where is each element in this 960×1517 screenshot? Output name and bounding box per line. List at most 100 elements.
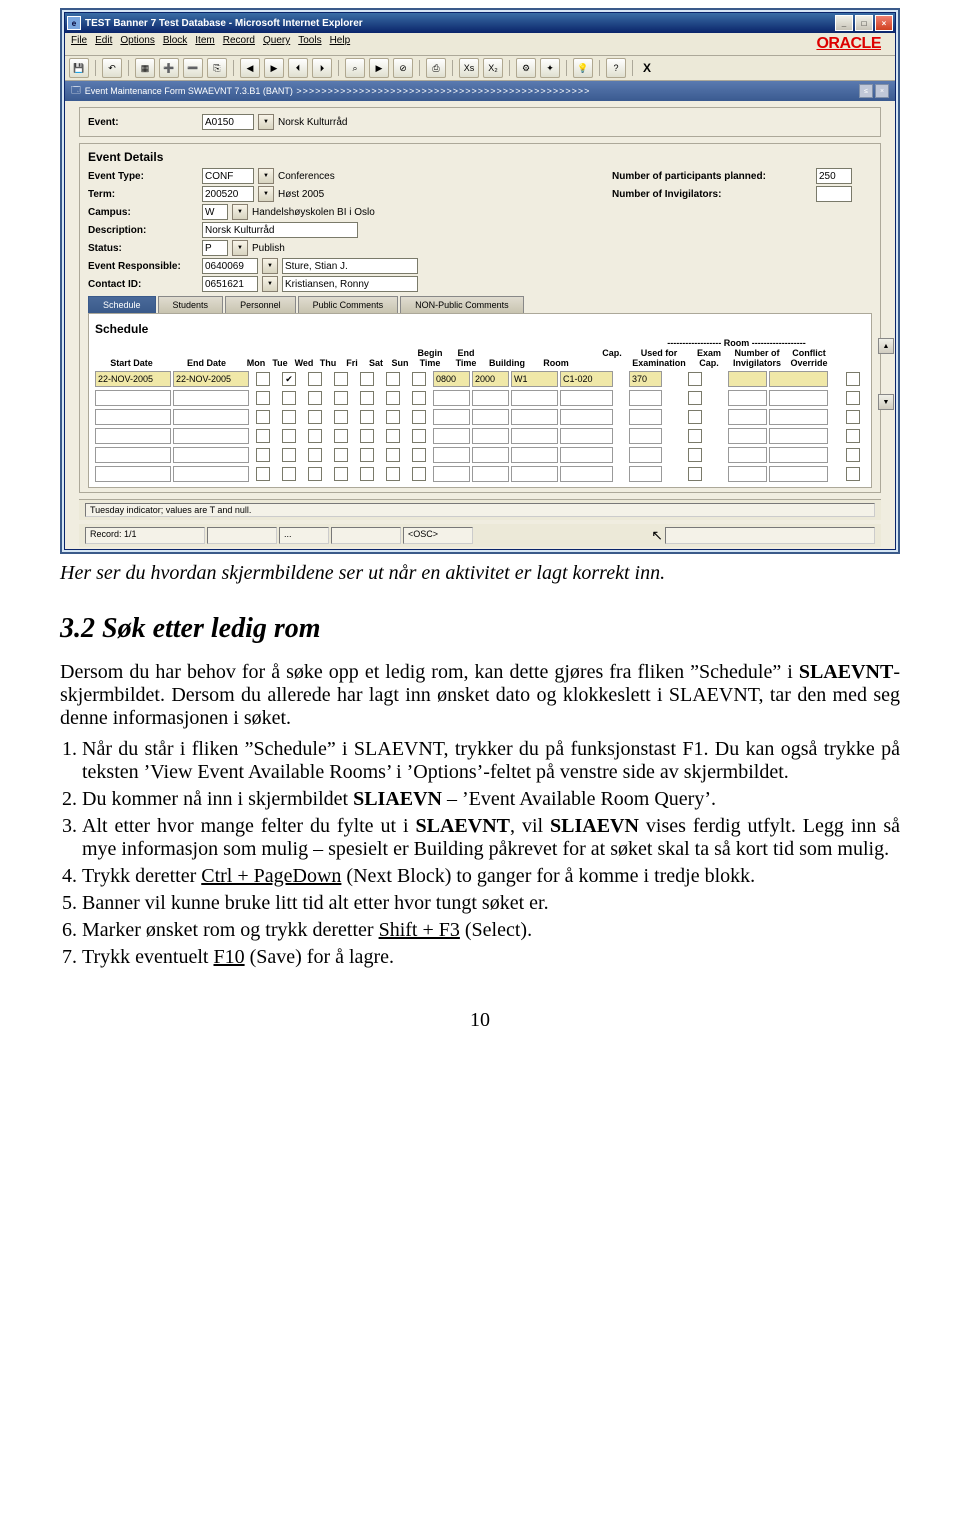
exam-checkbox[interactable] <box>688 448 702 462</box>
cell[interactable] <box>433 428 470 444</box>
tb-tools-icon[interactable]: ⚙ <box>516 58 536 78</box>
day-checkbox[interactable] <box>360 429 374 443</box>
menu-file[interactable]: File <box>71 35 87 53</box>
cell[interactable] <box>173 466 249 482</box>
cell[interactable] <box>728 466 767 482</box>
day-checkbox[interactable] <box>334 467 348 481</box>
conflict-checkbox[interactable] <box>846 391 860 405</box>
cell[interactable] <box>629 390 662 406</box>
tb-x2-icon[interactable]: X₂ <box>483 58 503 78</box>
cell[interactable] <box>560 409 613 425</box>
status-input[interactable]: P <box>202 240 228 256</box>
day-checkbox[interactable] <box>282 391 296 405</box>
day-checkbox[interactable] <box>386 391 400 405</box>
cell[interactable] <box>472 409 509 425</box>
exam-checkbox[interactable] <box>688 391 702 405</box>
cell[interactable] <box>769 390 828 406</box>
conflict-checkbox[interactable] <box>846 467 860 481</box>
scroll-up[interactable]: ▲ <box>878 338 894 354</box>
cell[interactable] <box>433 447 470 463</box>
day-checkbox[interactable] <box>360 410 374 424</box>
menu-block[interactable]: Block <box>163 35 187 53</box>
menu-item[interactable]: Item <box>195 35 214 53</box>
day-checkbox[interactable] <box>334 372 348 386</box>
cell[interactable] <box>511 390 558 406</box>
tb-print-icon[interactable]: ⎙ <box>426 58 446 78</box>
tab-students[interactable]: Students <box>158 296 224 313</box>
tb-nextblk-icon[interactable]: ⏵ <box>312 58 332 78</box>
cell[interactable]: 0800 <box>433 371 470 387</box>
cell[interactable] <box>173 428 249 444</box>
campus-input[interactable]: W <box>202 204 228 220</box>
day-checkbox[interactable] <box>256 429 270 443</box>
resp-dropdown[interactable]: ▼ <box>262 258 278 274</box>
cell[interactable] <box>173 409 249 425</box>
cell[interactable] <box>433 409 470 425</box>
cell[interactable] <box>95 390 171 406</box>
cell[interactable]: 22-NOV-2005 <box>95 371 171 387</box>
day-checkbox[interactable] <box>282 429 296 443</box>
status-dropdown[interactable]: ▼ <box>232 240 248 256</box>
cell[interactable] <box>629 447 662 463</box>
day-checkbox[interactable] <box>256 448 270 462</box>
tb-prevblk-icon[interactable]: ⏴ <box>288 58 308 78</box>
cell[interactable] <box>173 447 249 463</box>
term-dropdown[interactable]: ▼ <box>258 186 274 202</box>
tb-prev-icon[interactable]: ◀ <box>240 58 260 78</box>
day-checkbox[interactable] <box>412 448 426 462</box>
menu-record[interactable]: Record <box>223 35 255 53</box>
cell[interactable] <box>511 409 558 425</box>
cell[interactable]: 22-NOV-2005 <box>173 371 249 387</box>
cell[interactable] <box>95 409 171 425</box>
tab-nonpublic-comments[interactable]: NON-Public Comments <box>400 296 524 313</box>
cell[interactable] <box>472 447 509 463</box>
contact-dropdown[interactable]: ▼ <box>262 276 278 292</box>
day-checkbox[interactable] <box>360 448 374 462</box>
cell[interactable] <box>173 390 249 406</box>
menu-tools[interactable]: Tools <box>298 35 321 53</box>
tab-schedule[interactable]: Schedule <box>88 296 156 313</box>
cell[interactable] <box>560 466 613 482</box>
day-checkbox[interactable] <box>360 467 374 481</box>
cell[interactable]: W1 <box>511 371 558 387</box>
day-checkbox[interactable] <box>256 410 270 424</box>
menu-edit[interactable]: Edit <box>95 35 112 53</box>
cell[interactable] <box>95 428 171 444</box>
day-checkbox[interactable] <box>334 448 348 462</box>
cell[interactable] <box>728 447 767 463</box>
cell[interactable] <box>433 390 470 406</box>
cell[interactable] <box>433 466 470 482</box>
day-checkbox[interactable] <box>334 391 348 405</box>
day-checkbox[interactable] <box>412 391 426 405</box>
cell[interactable] <box>472 466 509 482</box>
day-checkbox[interactable] <box>412 372 426 386</box>
day-checkbox[interactable] <box>308 429 322 443</box>
cell[interactable] <box>769 447 828 463</box>
day-checkbox[interactable] <box>334 410 348 424</box>
day-checkbox[interactable] <box>386 467 400 481</box>
cell[interactable] <box>769 466 828 482</box>
conflict-checkbox[interactable] <box>846 410 860 424</box>
tb-insert-icon[interactable]: ➕ <box>159 58 179 78</box>
cell[interactable] <box>629 428 662 444</box>
invigilators-input[interactable] <box>816 186 852 202</box>
cell[interactable] <box>511 447 558 463</box>
tab-personnel[interactable]: Personnel <box>225 296 296 313</box>
cell[interactable] <box>629 466 662 482</box>
tb-save-icon[interactable]: 💾 <box>69 58 89 78</box>
day-checkbox[interactable] <box>334 429 348 443</box>
conflict-checkbox[interactable] <box>846 372 860 386</box>
maximize-button[interactable]: □ <box>855 15 873 31</box>
day-checkbox[interactable] <box>386 372 400 386</box>
tb-next-icon[interactable]: ▶ <box>264 58 284 78</box>
tb-xs-icon[interactable]: Xs <box>459 58 479 78</box>
type-input[interactable]: CONF <box>202 168 254 184</box>
cell[interactable] <box>560 428 613 444</box>
resp-name[interactable]: Sture, Stian J. <box>282 258 418 274</box>
cell[interactable] <box>472 428 509 444</box>
tb-nav-icon[interactable]: ✦ <box>540 58 560 78</box>
cell[interactable] <box>769 428 828 444</box>
tab-public-comments[interactable]: Public Comments <box>298 296 399 313</box>
event-dropdown[interactable]: ▼ <box>258 114 274 130</box>
scroll-down[interactable]: ▼ <box>878 394 894 410</box>
